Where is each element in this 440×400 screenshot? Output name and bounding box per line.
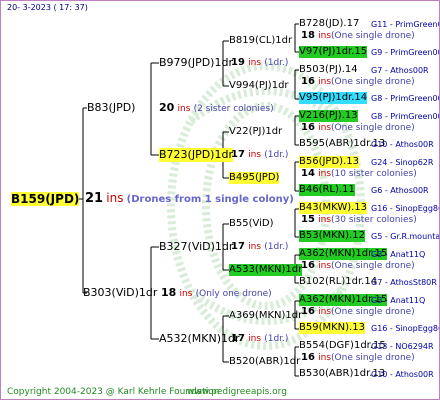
gen5-label-7[interactable]: B46(RL).11 — [299, 184, 355, 196]
gen5-count-row-8: 15 ins(30 sister colonies) — [301, 214, 417, 226]
gen5-label-13[interactable]: B59(MKN).13 — [299, 322, 365, 334]
gen5-note-14: (One single drone) — [331, 353, 415, 363]
gen5-count-row-12: 16 ins(One single drone) — [301, 306, 415, 318]
gen5-ins-10: ins — [318, 261, 332, 271]
gen5-label-0[interactable]: B728(JD).17 — [299, 18, 359, 30]
gen4-b520-label[interactable]: B520(ABR)1dr — [229, 356, 300, 368]
pedigree-frame: 20- 3-2023 ( 17: 37) B159(JPD) 21 ins (D… — [0, 0, 440, 400]
gen3-b979-info: 19 ins (1dr.) — [231, 57, 288, 69]
gen5-info-7: G6 - Athos00R — [371, 186, 429, 195]
gen2-bottom-info: 18 ins (Only one drone) — [161, 287, 272, 300]
root-queen-label[interactable]: B159(JPD) — [11, 192, 80, 206]
gen3-b979-label[interactable]: B979(JPD)1dr — [159, 56, 233, 70]
gen5-count-row-6: 14 ins(10 sister colonies) — [301, 168, 417, 180]
gen2-bottom-ins: ins — [179, 289, 193, 299]
gen2-top-count: 20 — [159, 101, 175, 114]
gen5-ins-14: ins — [318, 353, 332, 363]
gen3-a532-ins: ins — [248, 334, 262, 344]
gen3-b327-count: 17 — [231, 241, 245, 252]
gen2-bottom-note: (Only one drone) — [195, 289, 272, 299]
gen3-b979-ins: ins — [248, 58, 262, 68]
gen3-b723-info: 17 ins (1dr.) — [231, 149, 288, 161]
gen5-count-4: 16 — [301, 122, 315, 133]
gen5-label-1[interactable]: V97(PJ)1dr.15 — [299, 46, 368, 58]
gen5-ins-2: ins — [318, 77, 332, 87]
gen2-top-ins: ins — [177, 104, 191, 114]
gen3-b723-ins: ins — [248, 150, 262, 160]
gen3-b327-info: 17 ins (1dr.) — [231, 241, 288, 253]
root-ins: ins — [106, 191, 124, 205]
root-count: 21 — [85, 191, 104, 206]
gen3-a532-count: 17 — [231, 333, 245, 344]
gen5-ins-8: ins — [318, 215, 332, 225]
footer-url[interactable]: www.pedigreeapis.org — [187, 387, 287, 397]
gen5-label-11[interactable]: B102(RL)1dr.14 — [299, 276, 377, 288]
gen4-b819-label[interactable]: B819(CL)1dr — [229, 35, 292, 47]
gen4-b55-label[interactable]: B55(ViD) — [229, 218, 274, 230]
gen4-v994-label[interactable]: V994(PJ)1dr — [229, 80, 289, 92]
gen5-ins-0: ins — [318, 31, 332, 41]
gen5-note-2: (One single drone) — [331, 77, 415, 87]
gen4-b495-label[interactable]: B495(JPD) — [229, 172, 280, 184]
gen5-count-row-4: 16 ins(One single drone) — [301, 122, 415, 134]
gen5-note-4: (One single drone) — [331, 123, 415, 133]
gen5-ins-4: ins — [318, 123, 332, 133]
gen5-label-9[interactable]: B53(MKN).12 — [299, 230, 365, 242]
gen5-ins-6: ins — [318, 169, 332, 179]
gen3-a532-info: 17 ins (1dr.) — [231, 333, 288, 345]
gen5-info-13: G16 - SinopEgg86R — [371, 324, 439, 333]
gen2-top-info: 20 ins (2 sister colonies) — [159, 102, 274, 115]
gen3-b723-note: (1dr.) — [264, 150, 289, 160]
gen5-note-0: (One single drone) — [331, 31, 415, 41]
gen2-bottom-count: 18 — [161, 286, 177, 299]
gen5-info-3: G8 - PrimGreen00 — [371, 94, 440, 103]
gen5-label-8[interactable]: B43(MKW).13 — [299, 202, 368, 214]
gen5-count-row-14: 16 ins(One single drone) — [301, 352, 415, 364]
gen5-info-11: G7 - AthosSt80R — [371, 278, 437, 287]
gen5-label-4[interactable]: V216(PJ).13 — [299, 110, 358, 122]
root-info: 21 ins (Drones from 1 single colony) — [85, 192, 294, 206]
gen5-count-8: 15 — [301, 214, 315, 225]
gen5-count-0: 18 — [301, 30, 315, 41]
gen4-v22-label[interactable]: V22(PJ)1dr — [229, 126, 282, 138]
gen5-count-row-2: 16 ins(One single drone) — [301, 76, 415, 88]
gen3-b979-count: 19 — [231, 57, 245, 68]
gen5-label-3[interactable]: V95(PJ)1dr.14 — [299, 92, 368, 104]
gen3-b723-count: 17 — [231, 149, 245, 160]
gen5-info-1: G9 - PrimGreen00 — [371, 48, 440, 57]
gen3-b723-label[interactable]: B723(JPD)1dr — [159, 148, 233, 162]
root-note: (Drones from 1 single colony) — [126, 194, 294, 205]
gen5-count-6: 14 — [301, 168, 315, 179]
gen3-b327-label[interactable]: B327(ViD)1dr — [159, 240, 233, 254]
gen3-b327-note: (1dr.) — [264, 242, 289, 252]
gen5-count-2: 16 — [301, 76, 315, 87]
gen5-label-2[interactable]: B503(PJ).14 — [299, 64, 358, 76]
gen5-note-8: (30 sister colonies) — [331, 215, 417, 225]
gen5-ins-12: ins — [318, 307, 332, 317]
gen2-bottom-label[interactable]: B303(ViD)1dr — [83, 286, 157, 300]
gen5-count-10: 16 — [301, 260, 315, 271]
gen3-a532-note: (1dr.) — [264, 334, 289, 344]
gen5-note-10: (One single drone) — [331, 261, 415, 271]
gen2-top-label[interactable]: B83(JPD) — [87, 101, 135, 115]
gen5-note-12: (One single drone) — [331, 307, 415, 317]
gen5-info-15: G10 - Athos00R — [371, 370, 434, 379]
gen3-a532-label[interactable]: A532(MKN)1dr — [159, 332, 240, 346]
gen5-note-6: (10 sister colonies) — [331, 169, 417, 179]
gen5-info-9: G5 - Gr.R.mounta — [371, 232, 440, 241]
gen4-a369-label[interactable]: A369(MKN)1dr — [229, 310, 302, 322]
gen5-count-14: 16 — [301, 352, 315, 363]
gen5-count-row-10: 16 ins(One single drone) — [301, 260, 415, 272]
gen5-count-12: 16 — [301, 306, 315, 317]
gen4-a533-label[interactable]: A533(MKN)1dr — [229, 264, 303, 276]
gen3-b979-note: (1dr.) — [264, 58, 289, 68]
gen5-info-5: G10 - Athos00R — [371, 140, 434, 149]
gen5-label-6[interactable]: B56(JPD).13 — [299, 156, 359, 168]
gen5-count-row-0: 18 ins(One single drone) — [301, 30, 415, 42]
gen2-top-note: (2 sister colonies) — [193, 104, 274, 114]
timestamp: 20- 3-2023 ( 17: 37) — [7, 3, 88, 12]
gen3-b327-ins: ins — [248, 242, 262, 252]
